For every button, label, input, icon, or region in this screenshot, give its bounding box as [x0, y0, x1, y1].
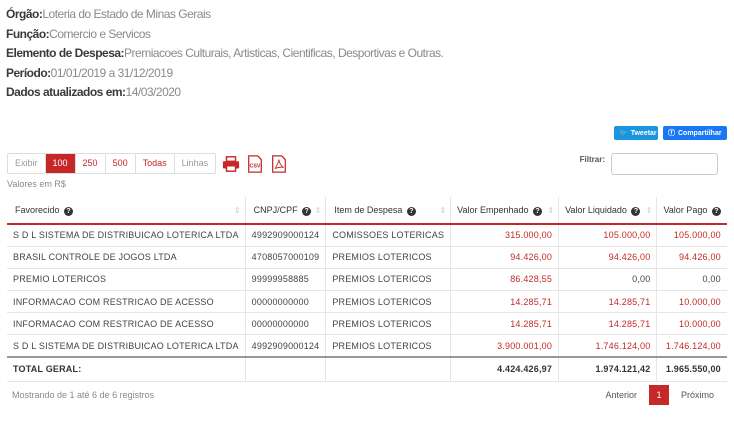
- table-row: S D L SISTEMA DE DISTRIBUICAO LOTERICA L…: [7, 224, 727, 247]
- cell-valor-liquidado: 1.746.124,00: [558, 334, 658, 358]
- cell-favorecido: BRASIL CONTROLE DE JOGOS LTDA: [7, 246, 246, 269]
- sort-icon: ⇕: [547, 206, 555, 215]
- col-valor-empenhado[interactable]: Valor Empenhado ? ⇕: [450, 197, 560, 225]
- table-toolbar: Exibir 100 250 500 Todas Linhas CSV: [7, 153, 288, 174]
- total-label: TOTAL GERAL:: [7, 356, 246, 382]
- length-option-500[interactable]: 500: [105, 154, 136, 173]
- cell-valor-pago: 94.426,00: [656, 246, 727, 269]
- table-row: PREMIO LOTERICOS 99999958885 PREMIOS LOT…: [7, 268, 727, 292]
- total-empenhado: 4.424.426,97: [450, 356, 560, 382]
- cell-favorecido: S D L SISTEMA DE DISTRIBUICAO LOTERICA L…: [7, 334, 246, 358]
- expenses-table: Favorecido ? ⇕ CNPJ/CPF ? ⇕ Item de Despes…: [7, 197, 727, 382]
- cell-cnpj-cpf: 4992909000124: [245, 224, 327, 247]
- sort-icon: ⇕: [233, 206, 241, 215]
- cell-valor-liquidado: 14.285,71: [558, 312, 658, 336]
- cell-valor-empenhado: 86.428,55: [450, 268, 560, 292]
- social-share: 🐦 Tweetar ⓕ Compartilhar: [614, 126, 727, 140]
- cell-valor-empenhado: 14.285,71: [450, 312, 560, 336]
- filter-input[interactable]: [611, 153, 718, 175]
- next-page-button[interactable]: Próximo: [681, 390, 714, 400]
- tweet-button[interactable]: 🐦 Tweetar: [614, 126, 658, 140]
- cell-cnpj-cpf: 00000000000: [245, 312, 327, 336]
- cell-item-despesa: PREMIOS LOTERICOS: [325, 334, 452, 358]
- cell-valor-pago: 105.000,00: [656, 224, 727, 247]
- col-favorecido[interactable]: Favorecido ? ⇕: [7, 197, 246, 225]
- help-icon: ?: [302, 206, 312, 216]
- total-row: TOTAL GERAL: 4.424.426,97 1.974.121,42 1…: [7, 356, 727, 382]
- sort-icon: ⇕: [439, 206, 447, 215]
- help-icon: ?: [533, 206, 543, 216]
- cell-item-despesa: COMISSOES LOTERICAS: [325, 224, 452, 247]
- cell-valor-liquidado: 14.285,71: [558, 290, 658, 314]
- col-item-despesa[interactable]: Item de Despesa ? ⇕: [325, 197, 452, 225]
- length-option-250[interactable]: 250: [75, 154, 106, 173]
- cell-valor-pago: 10.000,00: [656, 312, 727, 336]
- total-pago: 1.965.550,00: [656, 356, 727, 382]
- pdf-icon[interactable]: [270, 154, 288, 174]
- cell-valor-empenhado: 3.900.001,00: [450, 334, 560, 358]
- page-button-current[interactable]: 1: [648, 385, 669, 405]
- cell-valor-liquidado: 94.426,00: [558, 246, 658, 269]
- csv-icon[interactable]: CSV: [246, 154, 264, 174]
- table-row: INFORMACAO COM RESTRICAO DE ACESSO 00000…: [7, 290, 727, 314]
- export-buttons: CSV: [222, 154, 288, 174]
- sort-icon: ⇕: [314, 206, 322, 215]
- facebook-icon: ⓕ: [668, 130, 675, 137]
- cell-cnpj-cpf: 99999958885: [245, 268, 327, 292]
- cell-item-despesa: PREMIOS LOTERICOS: [325, 290, 452, 314]
- cell-favorecido: INFORMACAO COM RESTRICAO DE ACESSO: [7, 312, 246, 336]
- cell-valor-liquidado: 0,00: [558, 268, 658, 292]
- cell-valor-pago: 1.746.124,00: [656, 334, 727, 358]
- cell-favorecido: INFORMACAO COM RESTRICAO DE ACESSO: [7, 290, 246, 314]
- sort-icon: ⇕: [645, 206, 653, 215]
- cell-cnpj-cpf: 00000000000: [245, 290, 327, 314]
- cell-valor-pago: 0,00: [656, 268, 727, 292]
- meta-elemento-despesa: Elemento de Despesa:Premiacoes Culturais…: [6, 46, 444, 61]
- length-option-100[interactable]: 100: [45, 154, 76, 173]
- total-liquidado: 1.974.121,42: [558, 356, 658, 382]
- help-icon: ?: [711, 206, 721, 216]
- table-info: Mostrando de 1 até 6 de 6 registros: [12, 390, 155, 400]
- cell-cnpj-cpf: 4708057000109: [245, 246, 327, 269]
- metadata-panel: Órgão:Loteria do Estado de Minas Gerais …: [6, 5, 444, 103]
- pagination: Anterior 1 Próximo: [605, 385, 714, 405]
- col-valor-pago[interactable]: Valor Pago ?: [656, 197, 727, 225]
- table-row: INFORMACAO COM RESTRICAO DE ACESSO 00000…: [7, 312, 727, 336]
- filter-box: Filtrar:: [580, 153, 718, 175]
- cell-item-despesa: PREMIOS LOTERICOS: [325, 312, 452, 336]
- meta-funcao: Função:Comercio e Servicos: [6, 26, 151, 41]
- meta-periodo: Período:01/01/2019 a 31/12/2019: [6, 65, 173, 80]
- col-valor-liquidado[interactable]: Valor Liquidado ? ⇕: [558, 197, 658, 225]
- cell-valor-empenhado: 14.285,71: [450, 290, 560, 314]
- cell-valor-empenhado: 315.000,00: [450, 224, 560, 247]
- twitter-icon: 🐦: [619, 130, 628, 137]
- cell-valor-liquidado: 105.000,00: [558, 224, 658, 247]
- exibir-label: Exibir: [8, 154, 46, 173]
- help-icon: ?: [64, 206, 74, 216]
- cell-item-despesa: PREMIOS LOTERICOS: [325, 268, 452, 292]
- cell-valor-empenhado: 94.426,00: [450, 246, 560, 269]
- length-option-todas[interactable]: Todas: [135, 154, 175, 173]
- cell-item-despesa: PREMIOS LOTERICOS: [325, 246, 452, 269]
- table-header-row: Favorecido ? ⇕ CNPJ/CPF ? ⇕ Item de Despes…: [7, 197, 727, 225]
- meta-atualizado: Dados atualizados em:14/03/2020: [6, 85, 181, 100]
- meta-orgao: Órgão:Loteria do Estado de Minas Gerais: [6, 7, 211, 21]
- print-icon[interactable]: [222, 154, 240, 174]
- col-cnpj-cpf[interactable]: CNPJ/CPF ? ⇕: [245, 197, 327, 225]
- facebook-share-button[interactable]: ⓕ Compartilhar: [663, 126, 727, 140]
- page-length-selector: Exibir 100 250 500 Todas Linhas: [7, 153, 217, 174]
- cell-favorecido: S D L SISTEMA DE DISTRIBUICAO LOTERICA L…: [7, 224, 246, 247]
- values-caption: Valores em R$: [7, 179, 66, 189]
- linhas-label: Linhas: [174, 154, 216, 173]
- previous-page-button[interactable]: Anterior: [605, 390, 637, 400]
- cell-valor-pago: 10.000,00: [656, 290, 727, 314]
- cell-favorecido: PREMIO LOTERICOS: [7, 268, 246, 292]
- filter-label: Filtrar:: [579, 155, 605, 164]
- help-icon: ?: [406, 206, 416, 216]
- cell-cnpj-cpf: 4992909000124: [245, 334, 327, 358]
- table-row: S D L SISTEMA DE DISTRIBUICAO LOTERICA L…: [7, 334, 727, 358]
- table-row: BRASIL CONTROLE DE JOGOS LTDA 4708057000…: [7, 246, 727, 269]
- help-icon: ?: [631, 206, 641, 216]
- svg-text:CSV: CSV: [250, 163, 261, 169]
